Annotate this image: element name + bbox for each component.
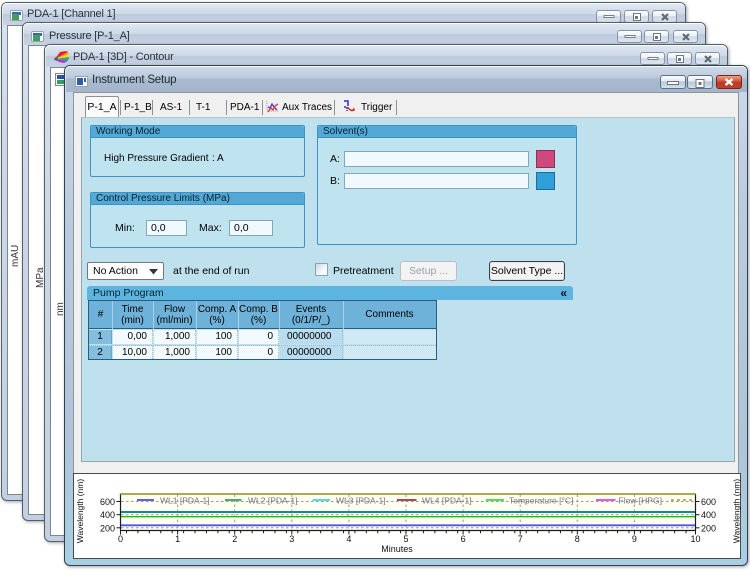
svg-text:Minutes: Minutes bbox=[381, 544, 413, 554]
svg-text:8: 8 bbox=[575, 534, 580, 544]
svg-text:400: 400 bbox=[701, 510, 716, 520]
svg-text:WL1 [PDA-1]: WL1 [PDA-1] bbox=[160, 496, 210, 506]
svg-text:6: 6 bbox=[461, 534, 466, 544]
svg-text:600: 600 bbox=[701, 497, 716, 507]
svg-text:Temperature [°C]: Temperature [°C] bbox=[509, 496, 573, 506]
svg-text:7: 7 bbox=[518, 534, 523, 544]
svg-text:0: 0 bbox=[118, 534, 123, 544]
svg-text:9: 9 bbox=[632, 534, 637, 544]
svg-text:WL2 [PDA-1]: WL2 [PDA-1] bbox=[248, 496, 298, 506]
svg-text:3: 3 bbox=[289, 534, 294, 544]
svg-text:400: 400 bbox=[100, 510, 115, 520]
svg-text:200: 200 bbox=[701, 523, 716, 533]
svg-text:WL4 [PDA-1]: WL4 [PDA-1] bbox=[422, 496, 472, 506]
svg-text:1: 1 bbox=[175, 534, 180, 544]
svg-text:Flow [HPG]: Flow [HPG] bbox=[619, 496, 662, 506]
svg-text:2: 2 bbox=[232, 534, 237, 544]
svg-text:Wavelength (nm): Wavelength (nm) bbox=[75, 479, 85, 544]
svg-text:10: 10 bbox=[690, 534, 700, 544]
svg-text:Wavelength (nm): Wavelength (nm) bbox=[732, 479, 742, 544]
svg-text:4: 4 bbox=[346, 534, 351, 544]
svg-text:WL3 [PDA-1]: WL3 [PDA-1] bbox=[336, 496, 386, 506]
svg-text:600: 600 bbox=[100, 497, 115, 507]
svg-text:5: 5 bbox=[403, 534, 408, 544]
svg-text:200: 200 bbox=[100, 523, 115, 533]
